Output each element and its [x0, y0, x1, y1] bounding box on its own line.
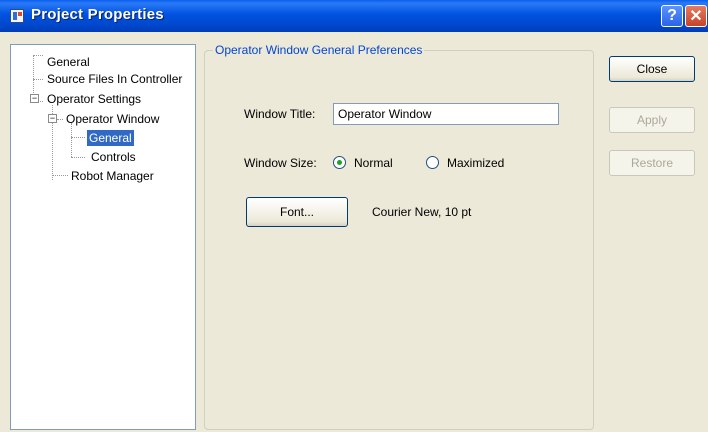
tree-line [57, 119, 63, 120]
project-properties-dialog: Project Properties ? ✕ General Source Fi… [0, 0, 708, 432]
font-value: Courier New, 10 pt [372, 205, 472, 219]
settings-tree[interactable]: General Source Files In Controller − Ope… [10, 44, 196, 430]
collapse-icon[interactable]: − [30, 94, 39, 103]
tree-item-source-files[interactable]: Source Files In Controller [47, 71, 182, 87]
window-title-label: Window Title: [244, 107, 316, 121]
tree-item-operator-settings[interactable]: Operator Settings [47, 91, 141, 107]
window-close-button[interactable]: ✕ [685, 5, 707, 27]
tree-line [33, 79, 43, 80]
tree-line [71, 137, 85, 138]
help-button[interactable]: ? [661, 5, 683, 27]
normal-radio-label[interactable]: Normal [354, 156, 393, 170]
tree-line [71, 123, 72, 157]
window-title-input[interactable]: Operator Window [333, 103, 559, 125]
maximized-radio-label[interactable]: Maximized [447, 156, 504, 170]
tree-item-general-selected[interactable]: General [87, 130, 134, 146]
collapse-icon[interactable]: − [48, 114, 57, 123]
tree-item-robot-manager[interactable]: Robot Manager [71, 168, 154, 184]
window-size-label: Window Size: [244, 156, 317, 170]
apply-button[interactable]: Apply [609, 107, 695, 133]
tree-item-operator-window[interactable]: Operator Window [66, 111, 159, 127]
tree-line [33, 55, 43, 56]
tree-item-general[interactable]: General [47, 54, 90, 70]
maximized-radio[interactable] [426, 156, 439, 169]
close-icon: ✕ [689, 8, 703, 25]
tree-line [71, 157, 85, 158]
tree-item-controls[interactable]: Controls [91, 149, 136, 165]
font-button[interactable]: Font... [246, 197, 348, 227]
close-button[interactable]: Close [609, 56, 695, 82]
app-icon [10, 9, 24, 23]
group-title: Operator Window General Preferences [213, 43, 425, 57]
title-bar[interactable]: Project Properties ? ✕ [0, 0, 708, 32]
normal-radio[interactable] [333, 156, 346, 169]
help-icon: ? [667, 7, 677, 24]
tree-line [52, 175, 68, 176]
window-title: Project Properties [31, 6, 164, 23]
restore-button[interactable]: Restore [609, 150, 695, 176]
